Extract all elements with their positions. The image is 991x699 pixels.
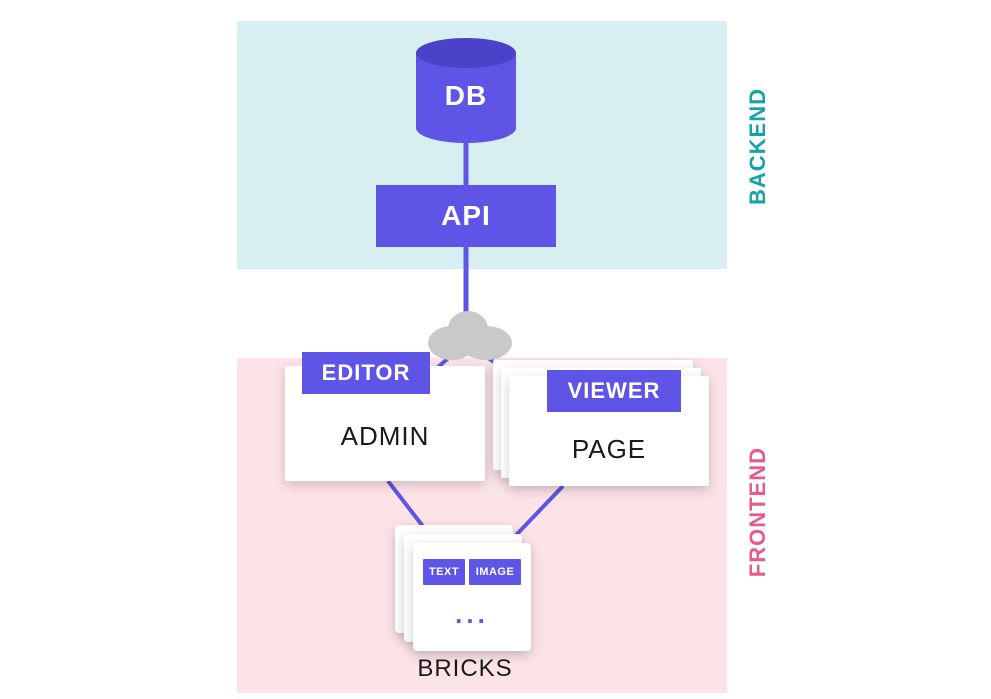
cloud-icon: [424, 305, 514, 360]
editor-tag: EDITOR: [302, 352, 430, 394]
admin-label: ADMIN: [285, 421, 485, 452]
api-label: API: [441, 200, 491, 232]
editor-tag-label: EDITOR: [322, 360, 411, 386]
admin-card: EDITOR ADMIN: [285, 366, 485, 481]
db-label: DB: [416, 80, 516, 112]
backend-section-label: BACKEND: [745, 88, 771, 205]
page-card-stack: VIEWER PAGE: [493, 360, 709, 486]
page-card-front: VIEWER PAGE: [509, 376, 709, 486]
architecture-diagram: BACKEND FRONTEND DB API ED: [0, 0, 991, 699]
bricks-label: BRICKS: [390, 655, 540, 683]
brick-chip-text: TEXT: [423, 559, 465, 585]
frontend-section-label: FRONTEND: [745, 447, 771, 577]
db-node: DB: [416, 38, 516, 143]
page-label: PAGE: [509, 434, 709, 465]
viewer-tag-label: VIEWER: [568, 378, 661, 404]
bricks-card-front: TEXT IMAGE ...: [413, 543, 531, 651]
brick-ellipsis: ...: [413, 599, 531, 630]
bricks-card-stack: TEXT IMAGE ...: [395, 525, 531, 655]
api-node: API: [376, 185, 556, 247]
brick-chip-image: IMAGE: [469, 559, 521, 585]
db-cylinder-top: [416, 38, 516, 68]
viewer-tag: VIEWER: [547, 370, 681, 412]
